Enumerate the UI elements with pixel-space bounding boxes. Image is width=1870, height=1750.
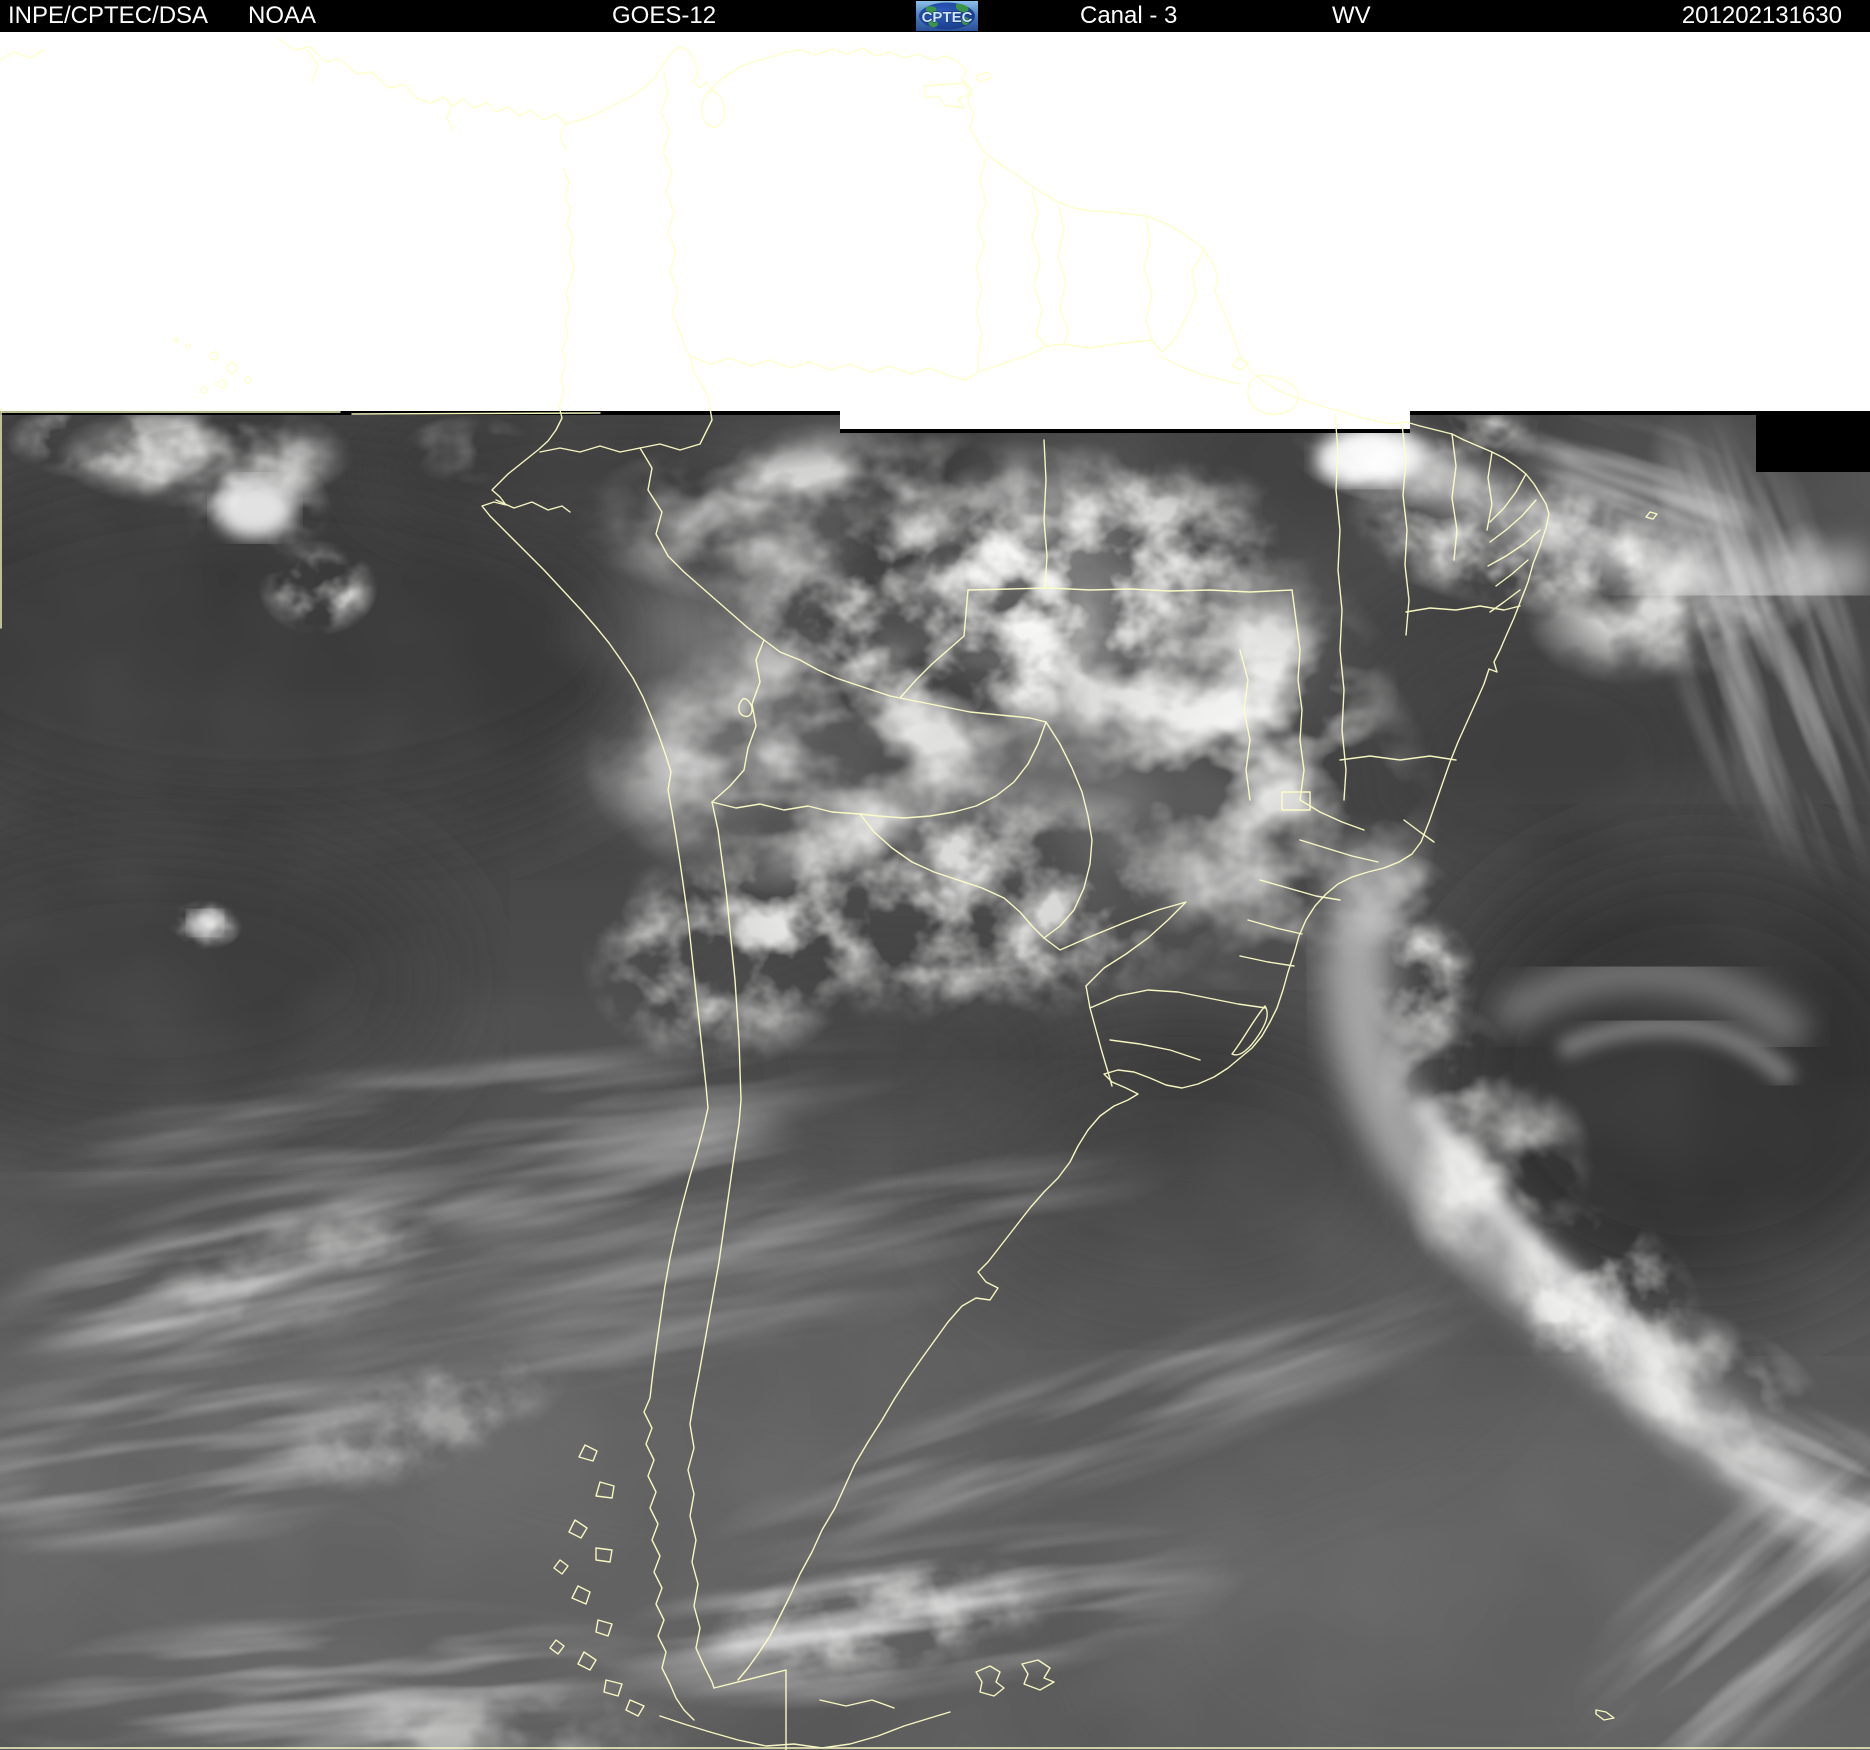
satellite-viewer: INPE/CPTEC/DSA NOAA GOES-12 CPTEC Canal … xyxy=(0,0,1870,1750)
noaa-label: NOAA xyxy=(248,2,317,29)
product-label: WV xyxy=(1332,2,1371,29)
cptec-logo: CPTEC xyxy=(916,1,978,31)
cptec-logo-text: CPTEC xyxy=(922,9,973,26)
satellite-label: GOES-12 xyxy=(612,2,717,29)
timestamp-label: 201202131630 xyxy=(1681,2,1842,29)
title-bar: INPE/CPTEC/DSA NOAA GOES-12 CPTEC Canal … xyxy=(0,0,1870,32)
no-data-region xyxy=(0,30,1870,411)
channel-label: Canal - 3 xyxy=(1080,2,1178,29)
agency-label: INPE/CPTEC/DSA xyxy=(8,2,209,29)
satellite-map xyxy=(0,0,1870,1750)
satellite-image-region xyxy=(0,411,1870,1750)
